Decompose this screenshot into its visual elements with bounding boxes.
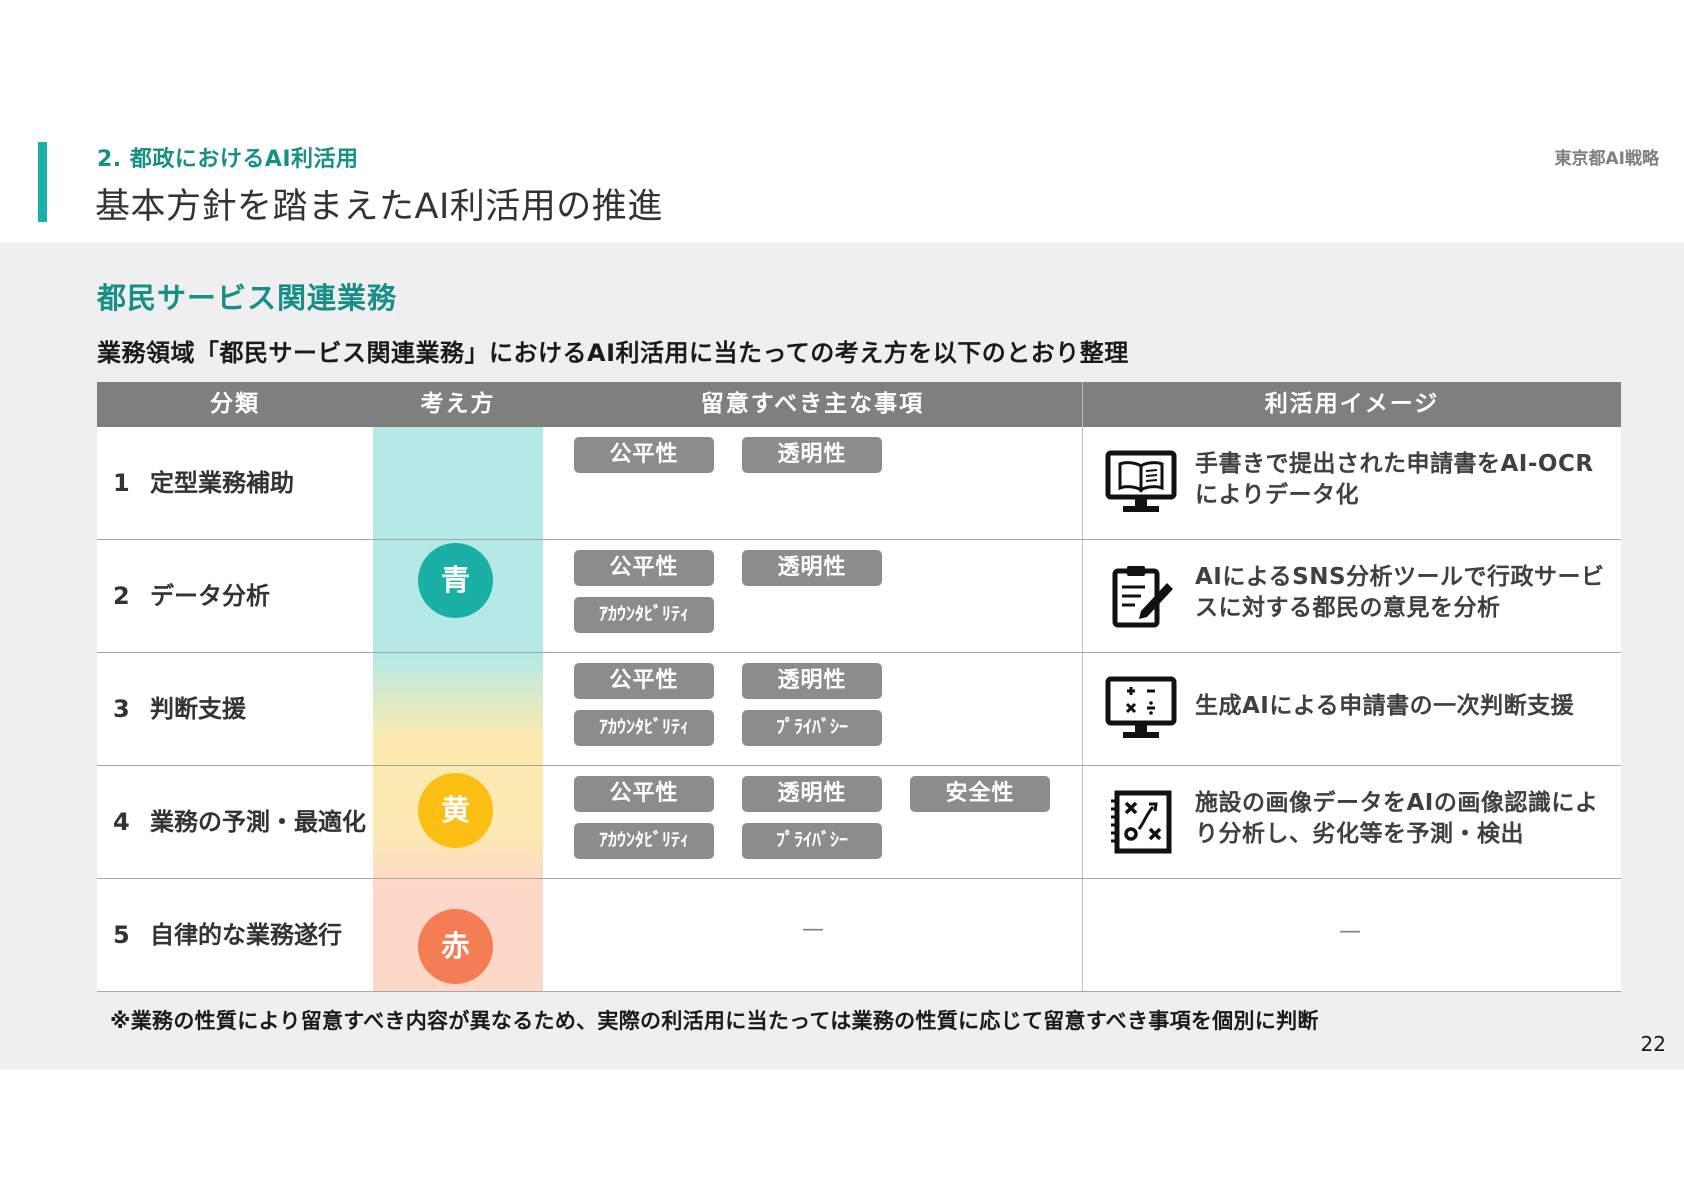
document-name: 東京都AI戦略 — [1554, 149, 1659, 169]
use-image-text: 生成AIによる申請書の一次判断支援 — [1195, 693, 1575, 719]
row-number: 4 — [113, 808, 130, 836]
tag-safety: 安全性 — [910, 776, 1050, 812]
clipboard-pen-icon — [1112, 566, 1173, 628]
table-row-category: 1 定型業務補助 — [113, 427, 368, 539]
header-category: 分類 — [210, 391, 260, 417]
level-yellow-circle: 黄 — [418, 773, 493, 848]
book-monitor-icon — [1105, 450, 1177, 512]
tag-accountability: ｱｶｳﾝﾀﾋﾞﾘﾃｨ — [574, 823, 714, 859]
category-name: 業務の予測・最適化 — [150, 808, 366, 836]
row-number: 2 — [113, 582, 130, 610]
row-number: 3 — [113, 695, 130, 723]
level-red-circle: 赤 — [418, 909, 493, 984]
tag-privacy: ﾌﾟﾗｲﾊﾞｼｰ — [742, 710, 882, 746]
policy-table: 分類 考え方 留意すべき主な事項 利活用イメージ 1 定型業務補助 公平性 透明… — [97, 382, 1621, 992]
table-header: 分類 考え方 留意すべき主な事項 利活用イメージ — [97, 382, 1621, 427]
table-row-category: 4 業務の予測・最適化 — [113, 766, 368, 878]
tag-accountability: ｱｶｳﾝﾀﾋﾞﾘﾃｨ — [574, 710, 714, 746]
table-row-category: 5 自律的な業務遂行 — [113, 879, 368, 991]
level-blue-circle: 青 — [418, 543, 493, 618]
table-body: 1 定型業務補助 公平性 透明性 手書きで提出された申請書をAI-OCRによりデ… — [97, 427, 1621, 992]
category-name: 判断支援 — [150, 695, 246, 723]
tag-transparency: 透明性 — [742, 550, 882, 586]
tag-privacy: ﾌﾟﾗｲﾊﾞｼｰ — [742, 823, 882, 859]
no-use-image-dash: — — [1339, 919, 1361, 944]
row-divider — [97, 991, 1621, 992]
strategy-board-icon — [1111, 790, 1172, 854]
tag-transparency: 透明性 — [742, 776, 882, 812]
category-name: 定型業務補助 — [150, 469, 294, 497]
no-considerations-dash: — — [802, 917, 824, 942]
use-image-text: AIによるSNS分析ツールで行政サービスに対する都民の意見を分析 — [1195, 564, 1605, 621]
tag-fairness: 公平性 — [574, 550, 714, 586]
table-row-category: 3 判断支援 — [113, 653, 368, 765]
approach-gradient — [373, 427, 543, 992]
accent-bar — [38, 142, 47, 222]
tag-fairness: 公平性 — [574, 776, 714, 812]
category-name: 自律的な業務遂行 — [150, 921, 342, 949]
tag-fairness: 公平性 — [574, 437, 714, 473]
page-title: 基本方針を踏まえたAI利活用の推進 — [95, 187, 663, 227]
column-divider — [1082, 427, 1083, 992]
tag-fairness: 公平性 — [574, 663, 714, 699]
row-number: 5 — [113, 921, 130, 949]
section-label: 2. 都政におけるAI利活用 — [97, 147, 359, 172]
tag-transparency: 透明性 — [742, 663, 882, 699]
table-row-category: 2 データ分析 — [113, 540, 368, 652]
footnote: ※業務の性質により留意すべき内容が異なるため、実際の利活用に当たっては業務の性質… — [110, 1009, 1319, 1033]
tag-transparency: 透明性 — [742, 437, 882, 473]
row-number: 1 — [113, 469, 130, 497]
page-number: 22 — [1640, 1032, 1666, 1056]
tag-accountability: ｱｶｳﾝﾀﾋﾞﾘﾃｨ — [574, 597, 714, 633]
header-considerations: 留意すべき主な事項 — [700, 391, 925, 417]
header-approach: 考え方 — [420, 391, 496, 417]
lead-text: 業務領域「都民サービス関連業務」におけるAI利活用に当たっての考え方を以下のとお… — [97, 339, 1129, 367]
calculator-monitor-icon — [1105, 676, 1177, 738]
subtitle: 都民サービス関連業務 — [97, 281, 398, 315]
category-name: データ分析 — [150, 582, 270, 610]
header-use-image: 利活用イメージ — [1264, 391, 1440, 417]
use-image-text: 手書きで提出された申請書をAI-OCRによりデータ化 — [1195, 451, 1594, 508]
use-image-text: 施設の画像データをAIの画像認識により分析し、劣化等を予測・検出 — [1195, 790, 1599, 847]
